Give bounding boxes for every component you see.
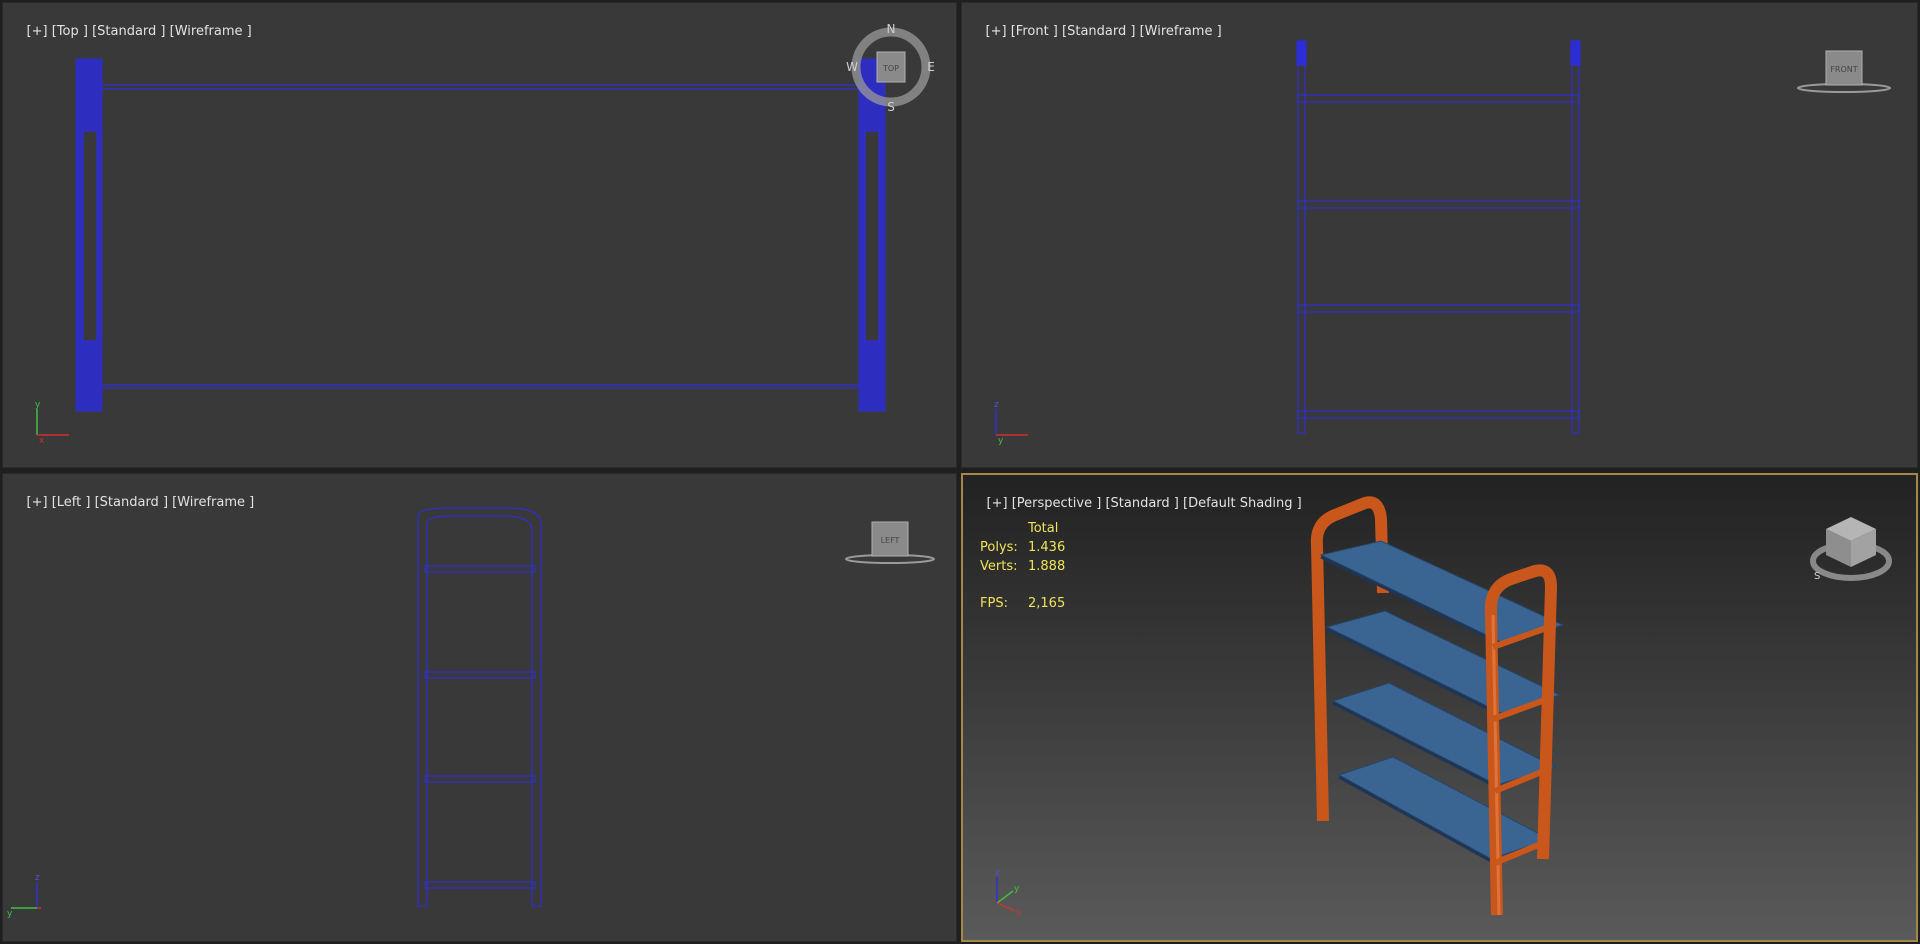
front-view-wireframe [1296,40,1581,434]
viewport-standard-menu[interactable]: [Standard ] [92,24,165,39]
perspective-shelf-model [1310,496,1565,916]
viewcube-face-label: LEFT [881,536,900,545]
viewport-menu-plus[interactable]: [+] [27,24,48,39]
viewport-pov-menu[interactable]: [Top ] [52,24,88,39]
compass-cube-face: TOP [882,64,899,73]
axis-tripod-icon: z y [7,873,41,919]
viewcube-s-label: S [1814,571,1820,582]
viewcube-perspective[interactable]: S [1806,511,1896,587]
compass-s-label: S [887,100,895,114]
compass-w-label: W [846,60,858,74]
polys-label: Polys: [980,540,1018,555]
svg-text:z: z [994,400,999,410]
fps-label: FPS: [980,596,1008,611]
viewport-shading-menu[interactable]: [Wireframe ] [170,24,252,39]
compass-viewcube[interactable]: TOP N S E W [846,19,936,115]
viewport-pov-menu[interactable]: [Perspective ] [1012,496,1102,511]
axis-tripod-icon: y x [35,400,69,445]
viewport-standard-menu[interactable]: [Standard ] [1105,496,1178,511]
verts-label: Verts: [980,559,1018,574]
svg-text:y: y [35,400,41,410]
viewport-top[interactable]: TOP N S E W y x [+] [Top ] [Standard ] [… [2,2,957,468]
viewport-front[interactable]: FRONT z y [+] [Front ] [Standard ] [Wire… [961,2,1918,468]
top-view-wireframe [75,58,886,412]
viewport-standard-menu[interactable]: [Standard ] [1062,24,1135,39]
svg-text:z: z [35,873,40,883]
svg-text:z: z [995,868,1000,878]
svg-text:y: y [998,436,1004,445]
viewcube-face-label: FRONT [1830,65,1857,74]
axis-tripod-icon: z y x [995,868,1022,917]
left-view-wireframe [417,507,542,907]
viewport-perspective[interactable]: S z y x Total Polys: 1.436 Verts: 1.888 FP… [961,473,1918,942]
compass-n-label: N [887,22,896,36]
compass-e-label: E [927,60,935,74]
viewport-label-front: [+] [Front ] [Standard ] [Wireframe ] [969,9,1222,54]
axis-tripod-icon: z y [994,400,1028,445]
viewport-shading-menu[interactable]: [Wireframe ] [172,495,254,510]
viewcube-left[interactable]: LEFT [845,518,945,568]
viewport-label-perspective: [+] [Perspective ] [Standard ] [Default … [970,481,1302,526]
svg-text:y: y [1014,884,1020,894]
viewcube-front[interactable]: FRONT [1794,47,1894,97]
stats-overlay: Total Polys: 1.436 Verts: 1.888 FPS: 2,165 [980,521,1065,615]
verts-value: 1.888 [1028,559,1066,574]
viewport-left[interactable]: LEFT z y [+] [Left ] [Standard ] [Wirefr… [2,473,957,942]
viewport-label-left: [+] [Left ] [Standard ] [Wireframe ] [10,480,255,525]
viewport-standard-menu[interactable]: [Standard ] [95,495,168,510]
fps-value: 2,165 [1028,596,1066,611]
viewport-label-top: [+] [Top ] [Standard ] [Wireframe ] [10,9,252,54]
viewport-menu-plus[interactable]: [+] [987,496,1008,511]
viewport-menu-plus[interactable]: [+] [986,24,1007,39]
viewport-shading-menu[interactable]: [Default Shading ] [1183,496,1302,511]
svg-text:x: x [1016,908,1022,917]
viewport-menu-plus[interactable]: [+] [27,495,48,510]
viewport-pov-menu[interactable]: [Left ] [52,495,91,510]
svg-text:y: y [7,909,13,919]
viewport-shading-menu[interactable]: [Wireframe ] [1140,24,1222,39]
viewport-pov-menu[interactable]: [Front ] [1011,24,1058,39]
polys-value: 1.436 [1028,540,1066,555]
svg-text:x: x [39,436,45,445]
